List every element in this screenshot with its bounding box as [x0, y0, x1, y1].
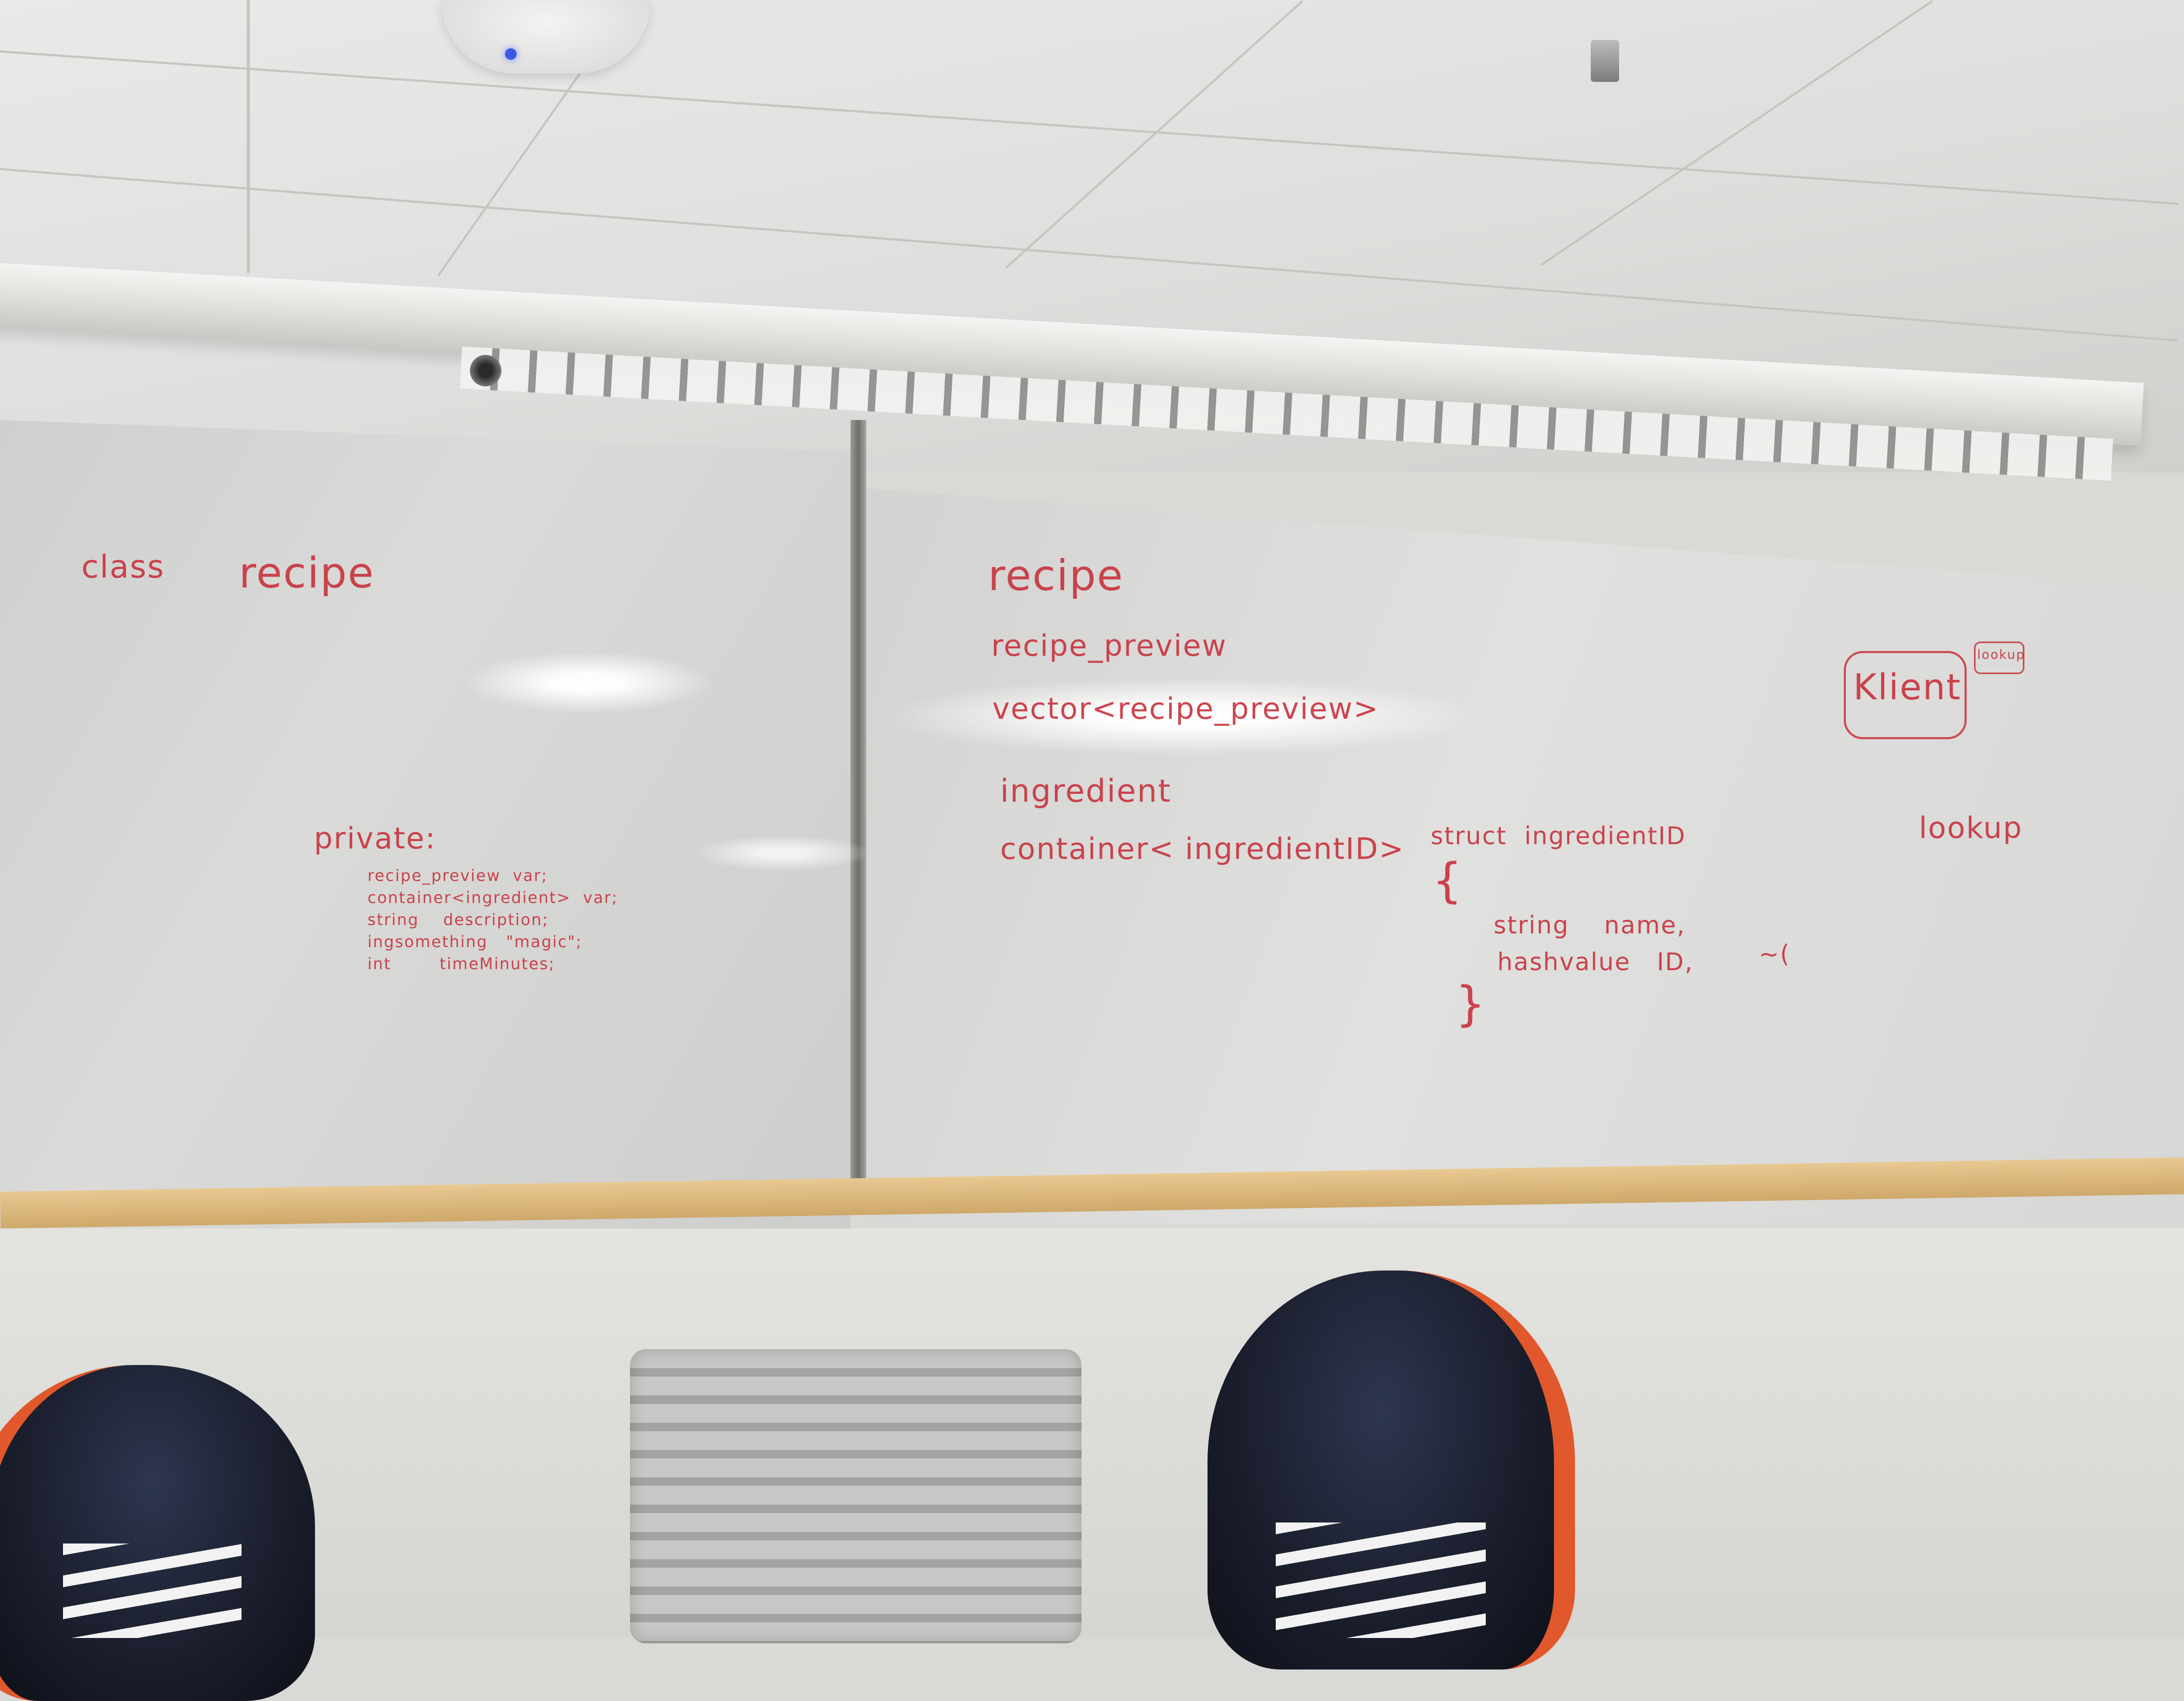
lower-wall [0, 1228, 2184, 1638]
whiteboard-divider [850, 420, 866, 1213]
ceiling-grid-line [0, 50, 2179, 205]
class-keyword: class [81, 549, 165, 585]
type-ingredient: ingredient [1000, 773, 1172, 810]
member-line: ingsomething "magic"; [368, 933, 583, 951]
left-shoe-laces [63, 1544, 242, 1638]
ceiling-grid-line [247, 0, 250, 273]
struct-header: struct ingredientID [1431, 822, 1686, 850]
light-glare [462, 651, 714, 714]
left-shoe [0, 1365, 315, 1701]
klient-label: Klient [1853, 667, 1961, 708]
member-line: container<ingredient> var; [368, 889, 618, 907]
member-line: string description; [368, 911, 549, 929]
light-glare [693, 835, 872, 872]
type-vector: vector<recipe_preview> [992, 692, 1379, 726]
detector-led [505, 48, 517, 60]
camera-icon [470, 355, 501, 386]
sprinkler-icon [1591, 40, 1619, 82]
stray-mark: ~( [1759, 940, 1791, 968]
brace-close: } [1455, 976, 1487, 1032]
brace-open: { [1432, 853, 1464, 908]
ceiling-grid-line [1005, 0, 1304, 269]
class-name: recipe [239, 549, 375, 597]
wall-vent [630, 1349, 1082, 1643]
lookup-tag: lookup [1977, 647, 2025, 662]
member-line: int timeMinutes; [368, 955, 555, 973]
struct-field: string name, [1494, 911, 1686, 939]
type-container: container< ingredientID> [1000, 832, 1405, 866]
type-recipe-preview: recipe_preview [991, 629, 1227, 663]
member-line: recipe_preview var; [368, 867, 548, 885]
private-label: private: [314, 822, 436, 856]
right-shoe-laces [1276, 1522, 1486, 1638]
struct-field: hashvalue ID, [1497, 948, 1694, 976]
type-recipe: recipe [988, 551, 1124, 600]
lookup-label: lookup [1919, 811, 2023, 845]
